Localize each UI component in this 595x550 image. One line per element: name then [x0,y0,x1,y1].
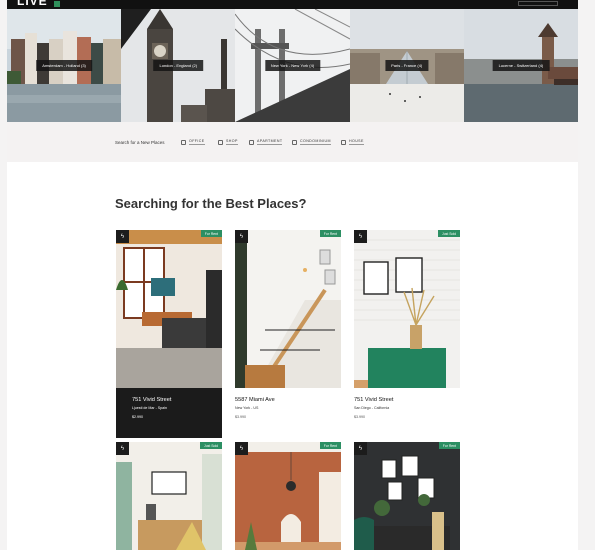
city-tile-new-york[interactable]: New York - New York (4) [235,9,350,122]
listing-image: ϟ For Rent [235,230,341,388]
logo-square-icon [54,1,60,7]
shop-icon [218,139,223,145]
status-badge: For Rent [438,442,460,449]
listing-price: $2.990 [132,415,143,419]
listing-title[interactable]: 751 Vivid Street [354,397,460,403]
house-icon [341,139,346,145]
city-label: London - England (2) [153,60,204,71]
search-bar: Search for a New Places OFFICE SHOP APAR… [7,122,578,162]
status-badge: Just Sold [438,230,460,237]
category-apartment[interactable]: APARTMENT [249,139,283,145]
page: LIVE Amsterdam - Holland (3) London - En… [0,0,595,550]
category-house[interactable]: HOUSE [341,139,364,145]
city-tile-lucerne[interactable]: Lucerne - Switzerland (4) [463,9,579,122]
search-title: Search for a New Places [115,140,165,145]
listing-price: $3.990 [235,415,246,419]
condominium-icon [292,139,297,145]
listing-title[interactable]: 5587 Miami Ave [235,397,341,403]
listing-card[interactable]: ϟ For Rent [235,442,341,550]
listing-location: San Diego - California [354,406,390,410]
top-navbar: LIVE [7,0,578,9]
city-strip: Amsterdam - Holland (3) London - England… [7,9,579,122]
listing-card[interactable]: ϟ Just Sold 751 Vivid Street San Diego -… [354,230,460,419]
category-office[interactable]: OFFICE [181,139,205,145]
listing-image: ϟ For Rent [235,442,341,550]
city-label: Paris - France (4) [385,60,429,71]
bolt-icon: ϟ [354,442,367,455]
city-tile-amsterdam[interactable]: Amsterdam - Holland (3) [7,9,122,122]
city-tile-london[interactable]: London - England (2) [121,9,236,122]
listing-card[interactable]: ϟ For Rent 5587 Miami Ave New York - US … [235,230,341,419]
bolt-icon: ϟ [116,230,129,243]
listing-image: ϟ For Rent [116,230,222,388]
listing-price: $3.990 [354,415,365,419]
category-shop[interactable]: SHOP [218,139,238,145]
office-icon [181,139,186,145]
category-condominium[interactable]: CONDOMINIUM [292,139,331,145]
listing-card[interactable]: ϟ For Rent [354,442,460,550]
listing-image: ϟ Just Sold [354,230,460,388]
bolt-icon: ϟ [354,230,367,243]
listing-image: ϟ For Rent [354,442,460,550]
bolt-icon: ϟ [235,442,248,455]
apartment-icon [249,139,254,145]
logo[interactable]: LIVE [17,0,48,8]
listing-card[interactable]: ϟ Just Sold [116,442,222,550]
listing-location: New York - US [235,406,259,410]
city-tile-paris[interactable]: Paris - France (4) [349,9,464,122]
nav-button[interactable] [518,1,558,6]
status-badge: Just Sold [200,442,222,449]
listing-card[interactable]: ϟ For Rent 751 Vivid Street Ljuesti de M… [116,230,222,438]
bolt-icon: ϟ [235,230,248,243]
city-label: New York - New York (4) [264,60,321,71]
city-label: Lucerne - Switzerland (4) [492,60,550,71]
section-heading: Searching for the Best Places? [115,196,307,211]
bolt-icon: ϟ [116,442,129,455]
listing-title[interactable]: 751 Vivid Street [116,397,222,403]
status-badge: For Rent [200,230,222,237]
listing-location: Ljuesti de Mar - Spain [132,406,167,410]
status-badge: For Rent [319,230,341,237]
city-label: Amsterdam - Holland (3) [36,60,92,71]
listing-image: ϟ Just Sold [116,442,222,550]
status-badge: For Rent [319,442,341,449]
